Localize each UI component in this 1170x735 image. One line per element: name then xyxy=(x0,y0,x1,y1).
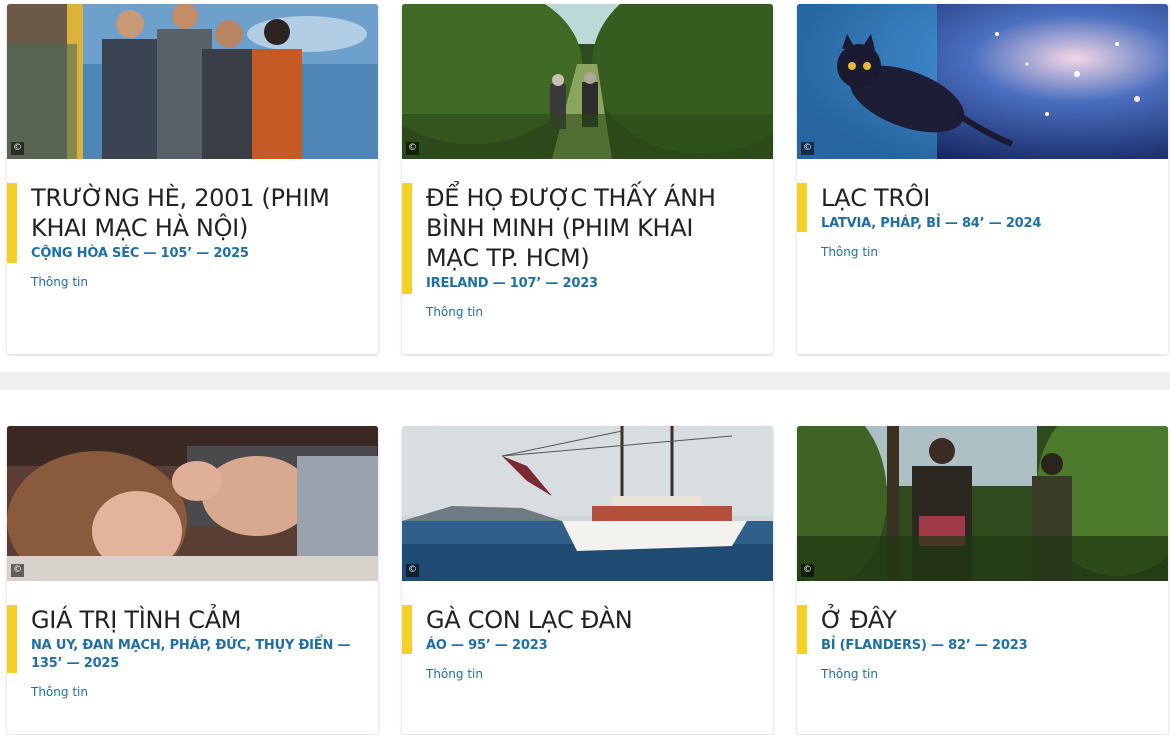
copyright-icon: © xyxy=(406,142,419,155)
film-meta: BỈ (FLANDERS) — 82’ — 2023 xyxy=(821,638,1028,653)
info-link[interactable]: Thông tin xyxy=(426,667,483,681)
accent-bar xyxy=(402,605,412,654)
info-link[interactable]: Thông tin xyxy=(31,275,88,289)
film-card[interactable]: © TRƯỜNG HÈ, 2001 (PHIM KHAI MẠC HÀ NỘI)… xyxy=(7,4,378,354)
accent-bar xyxy=(402,183,412,294)
copyright-icon: © xyxy=(801,564,814,577)
film-meta: IRELAND — 107’ — 2023 xyxy=(426,276,598,291)
film-title[interactable]: ĐỂ HỌ ĐƯỢC THẤY ÁNH BÌNH MINH (PHIM KHAI… xyxy=(426,183,753,273)
copyright-icon: © xyxy=(406,564,419,577)
copyright-icon: © xyxy=(801,142,814,155)
info-link[interactable]: Thông tin xyxy=(821,667,878,681)
film-card-body: GÀ CON LẠC ĐÀN ÁO — 95’ — 2023 Thông tin xyxy=(402,581,773,683)
film-card-body: Ở ĐÂY BỈ (FLANDERS) — 82’ — 2023 Thông t… xyxy=(797,581,1168,683)
info-link[interactable]: Thông tin xyxy=(426,305,483,319)
section-divider-band xyxy=(0,372,1170,390)
film-thumbnail[interactable]: © xyxy=(7,426,378,581)
accent-bar xyxy=(7,183,17,263)
film-meta: ÁO — 95’ — 2023 xyxy=(426,638,548,653)
copyright-icon: © xyxy=(11,564,24,577)
accent-bar xyxy=(797,183,807,232)
film-thumbnail[interactable]: © xyxy=(402,4,773,159)
accent-bar xyxy=(7,605,17,673)
film-meta: LATVIA, PHÁP, BỈ — 84’ — 2024 xyxy=(821,216,1042,231)
film-card[interactable]: © GÀ CON LẠC ĐÀN ÁO — 95’ — 2023 Thông t… xyxy=(402,426,773,734)
film-title[interactable]: TRƯỜNG HÈ, 2001 (PHIM KHAI MẠC HÀ NỘI) xyxy=(31,183,358,243)
film-still-image xyxy=(402,4,773,159)
film-still-image xyxy=(797,4,1168,159)
film-title[interactable]: GÀ CON LẠC ĐÀN xyxy=(426,605,753,635)
film-card[interactable]: © Ở ĐÂY BỈ (FLANDERS) — 82’ — 2023 Thông… xyxy=(797,426,1168,734)
film-title[interactable]: LẠC TRÔI xyxy=(821,183,1148,213)
copyright-icon: © xyxy=(11,142,24,155)
film-thumbnail[interactable]: © xyxy=(797,426,1168,581)
film-card-body: TRƯỜNG HÈ, 2001 (PHIM KHAI MẠC HÀ NỘI) C… xyxy=(7,159,378,291)
film-thumbnail[interactable]: © xyxy=(402,426,773,581)
film-card-body: LẠC TRÔI LATVIA, PHÁP, BỈ — 84’ — 2024 T… xyxy=(797,159,1168,261)
film-thumbnail[interactable]: © xyxy=(797,4,1168,159)
film-still-image xyxy=(7,426,378,581)
film-thumbnail[interactable]: © xyxy=(7,4,378,159)
film-title[interactable]: GIÁ TRỊ TÌNH CẢM xyxy=(31,605,358,635)
film-card[interactable]: © LẠC TRÔI LATVIA, PHÁP, BỈ — 84’ — 2024… xyxy=(797,4,1168,354)
film-meta: CỘNG HÒA SÉC — 105’ — 2025 xyxy=(31,246,249,261)
film-still-image xyxy=(402,426,773,581)
film-card-body: GIÁ TRỊ TÌNH CẢM NA UY, ĐAN MẠCH, PHÁP, … xyxy=(7,581,378,701)
film-still-image xyxy=(7,4,378,159)
info-link[interactable]: Thông tin xyxy=(821,245,878,259)
accent-bar xyxy=(797,605,807,654)
film-card[interactable]: © GIÁ TRỊ TÌNH CẢM NA UY, ĐAN MẠCH, PHÁP… xyxy=(7,426,378,734)
film-card[interactable]: © ĐỂ HỌ ĐƯỢC THẤY ÁNH BÌNH MINH (PHIM KH… xyxy=(402,4,773,354)
film-title[interactable]: Ở ĐÂY xyxy=(821,605,1148,635)
film-card-body: ĐỂ HỌ ĐƯỢC THẤY ÁNH BÌNH MINH (PHIM KHAI… xyxy=(402,159,773,321)
film-meta: NA UY, ĐAN MẠCH, PHÁP, ĐỨC, THỤY ĐIỂN — … xyxy=(31,638,351,671)
info-link[interactable]: Thông tin xyxy=(31,685,88,699)
film-still-image xyxy=(797,426,1168,581)
